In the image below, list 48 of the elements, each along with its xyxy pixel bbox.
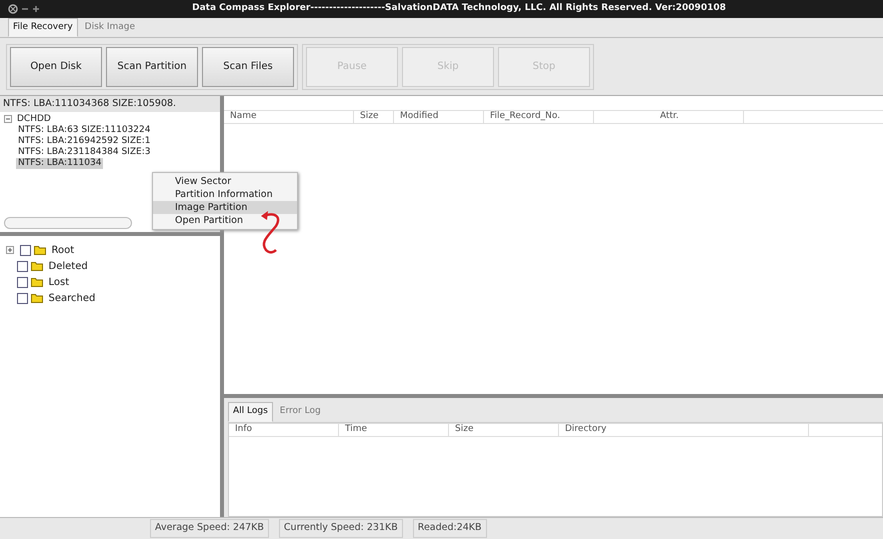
folder-label[interactable]: Lost <box>48 274 70 290</box>
folder-label[interactable]: Root <box>52 242 74 258</box>
collapse-icon[interactable] <box>4 114 12 123</box>
checkbox[interactable] <box>17 292 28 304</box>
checkbox[interactable] <box>17 276 28 288</box>
checkbox[interactable] <box>20 244 31 256</box>
window-title: Data Compass Explorer--------------------SalvationDATA Technology, LLC. All Rights Reserved. Ver:20090108 <box>191 2 727 16</box>
tree-item[interactable]: NTFS: LBA:216942592 SIZE:1 <box>16 136 152 148</box>
tree-item[interactable]: NTFS: LBA:111034 <box>16 158 104 170</box>
tree-item[interactable]: NTFS: LBA:231184384 SIZE:3 <box>16 147 152 158</box>
folder-icon <box>31 277 43 287</box>
checkbox[interactable] <box>17 260 28 272</box>
tree-item[interactable]: NTFS: LBA:63 SIZE:11103224 <box>16 125 152 136</box>
partition-header: NTFS: LBA:111034368 SIZE:105908. <box>0 96 220 112</box>
menu-item[interactable]: Open Partition <box>153 214 297 227</box>
toolbar-button[interactable]: Scan Partition <box>106 46 198 86</box>
column-header[interactable]: Attr. <box>654 110 744 124</box>
close-icon[interactable] <box>8 4 18 14</box>
menu-item[interactable]: View Sector <box>153 175 297 188</box>
status-text: Currently Speed: 231KB <box>278 519 403 538</box>
menu-item[interactable]: Partition Information <box>153 188 297 201</box>
folder-icon <box>31 261 43 271</box>
folder-icon <box>31 293 43 303</box>
maximize-icon[interactable] <box>32 4 40 14</box>
status-text: Average Speed: 247KB <box>150 519 269 538</box>
folder-icon <box>34 245 46 255</box>
status-text: Readed:24KB <box>412 519 487 538</box>
folder-label[interactable]: Deleted <box>48 258 88 274</box>
tab[interactable]: Error Log <box>274 402 326 422</box>
column-header[interactable]: Info <box>229 422 339 436</box>
column-header[interactable]: Name <box>224 110 354 124</box>
column-header[interactable]: Time <box>339 422 449 436</box>
column-header[interactable]: Directory <box>559 422 809 436</box>
folder-label[interactable]: Searched <box>48 290 96 306</box>
annotation-arrow <box>261 211 280 254</box>
column-header[interactable]: File_Record_No. <box>484 110 594 124</box>
column-header[interactable]: Modified <box>394 110 484 124</box>
toolbar-button[interactable]: Open Disk <box>10 46 102 86</box>
toolbar-button[interactable]: Scan Files <box>202 46 294 86</box>
tab[interactable]: File Recovery <box>8 18 78 37</box>
tab[interactable]: Disk Image <box>80 18 140 37</box>
column-header[interactable]: Size <box>449 422 559 436</box>
column-header[interactable]: Size <box>354 110 394 124</box>
menu-item[interactable]: Image Partition <box>153 201 297 214</box>
tree-item[interactable]: DCHDD <box>15 114 53 126</box>
tab[interactable]: All Logs <box>228 402 273 422</box>
expand-icon[interactable] <box>6 246 14 254</box>
horizontal-scrollbar[interactable] <box>4 217 132 229</box>
